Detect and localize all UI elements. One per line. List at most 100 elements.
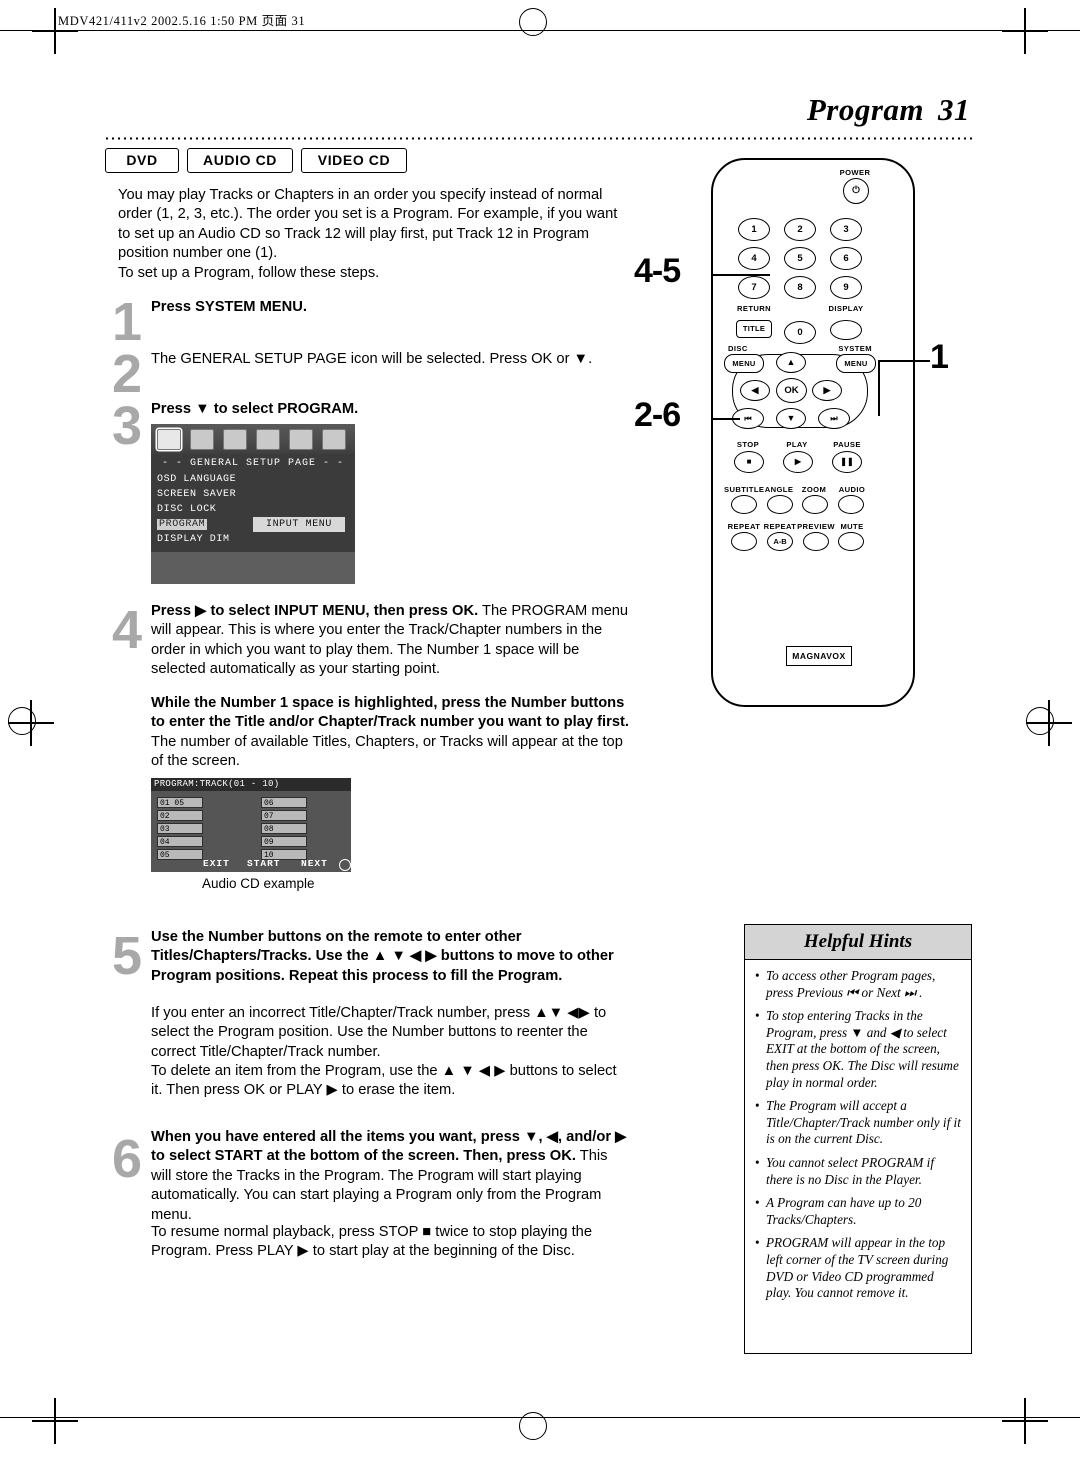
program-next-icon	[339, 859, 351, 871]
remote-body	[711, 158, 915, 707]
program-next-label: NEXT	[301, 858, 328, 869]
disc-label: DISC	[728, 344, 748, 353]
audio-label: AUDIO	[838, 485, 866, 494]
step-number-6: 6	[112, 1129, 143, 1189]
return-label: RETURN	[736, 304, 772, 313]
intro-paragraphs: You may play Tracks or Chapters in an or…	[118, 186, 630, 283]
next-button[interactable]: ⏭	[818, 408, 850, 429]
system-menu-button[interactable]: MENU	[836, 354, 876, 373]
program-cell-08: 08	[261, 823, 307, 834]
arrow-up-button[interactable]: ▲	[776, 352, 806, 373]
hint-item-2: To stop entering Tracks in the Program, …	[755, 1008, 961, 1091]
osd-row-label: DISPLAY DIM	[157, 534, 230, 545]
play-button[interactable]: ▶	[783, 451, 813, 473]
audio-button[interactable]	[838, 495, 864, 514]
callout-2-6: 2-6	[634, 396, 681, 434]
step-number-2: 2	[112, 344, 143, 404]
repeat-ab-label: REPEAT	[763, 522, 797, 531]
program-cell-04: 04	[157, 836, 203, 847]
program-cell-06: 06	[261, 797, 307, 808]
cell-index: 03	[160, 825, 170, 834]
repeat-ab-button[interactable]: A-B	[767, 532, 793, 551]
number-button-5[interactable]: 5	[784, 247, 816, 270]
arrow-right-button[interactable]: ▶	[812, 380, 842, 401]
helpful-hints-list: To access other Program pages, press Pre…	[745, 960, 971, 1302]
power-button[interactable]: ⏻	[843, 178, 869, 204]
hint-item-1: To access other Program pages, press Pre…	[755, 968, 961, 1001]
brand-logo: MAGNAVOX	[786, 646, 852, 666]
password-setup-icon	[289, 428, 313, 450]
registration-circle-left	[8, 707, 36, 735]
crop-mark-bottom-left	[32, 1398, 78, 1444]
general-setup-icon	[157, 428, 181, 450]
osd-program-screenshot: PROGRAM:TRACK(01 - 10) 01 05 02 03 04 05…	[151, 778, 351, 872]
hint-item-4: You cannot select PROGRAM if there is no…	[755, 1155, 961, 1188]
zoom-button[interactable]	[802, 495, 828, 514]
disc-menu-button[interactable]: MENU	[724, 354, 764, 373]
number-button-8[interactable]: 8	[784, 276, 816, 299]
display-button[interactable]	[830, 320, 862, 340]
osd-row-screen-saver: SCREEN SAVER	[157, 487, 349, 502]
ok-button[interactable]: OK	[776, 378, 807, 403]
arrow-left-button[interactable]: ◀	[740, 380, 770, 401]
play-label: PLAY	[786, 440, 808, 449]
callout-line-1-vert	[878, 360, 880, 416]
number-button-2[interactable]: 2	[784, 218, 816, 241]
subtitle-button[interactable]	[731, 495, 757, 514]
osd-program-footer: EXIT START NEXT	[151, 858, 351, 872]
mute-button[interactable]	[838, 532, 864, 551]
step-number-4: 4	[112, 600, 143, 660]
step-text-4b: While the Number 1 space is highlighted,…	[151, 694, 631, 772]
step-4-body-2: The number of available Titles, Chapters…	[151, 733, 623, 770]
intro-paragraph-2: To set up a Program, follow these steps.	[118, 264, 380, 281]
osd-setup-panel: - - GENERAL SETUP PAGE - - OSD LANGUAGE …	[151, 454, 355, 552]
program-cell-01: 01 05	[157, 797, 203, 808]
media-badge-video-cd: VIDEO CD	[301, 148, 407, 173]
angle-button[interactable]	[767, 495, 793, 514]
osd-row-label: OSD LANGUAGE	[157, 474, 237, 485]
pause-button[interactable]: ❚❚	[832, 451, 862, 473]
callout-1: 1	[930, 338, 949, 376]
arrow-down-button[interactable]: ▼	[776, 408, 806, 429]
cell-index: 02	[160, 812, 170, 821]
cell-index: 07	[264, 812, 274, 821]
display-label: DISPLAY	[828, 304, 864, 313]
number-button-0[interactable]: 0	[784, 321, 816, 344]
osd-bottom-strip	[151, 552, 355, 584]
osd-general-setup-screenshot: - - GENERAL SETUP PAGE - - OSD LANGUAGE …	[151, 424, 355, 584]
audio-setup-icon	[190, 428, 214, 450]
step-text-2: The GENERAL SETUP PAGE icon will be sele…	[151, 351, 593, 367]
osd-row-program: PROGRAM INPUT MENU	[157, 517, 349, 532]
page-number: 31	[938, 92, 970, 127]
stop-button[interactable]: ■	[734, 451, 764, 473]
media-badge-dvd: DVD	[105, 148, 179, 173]
number-button-4[interactable]: 4	[738, 247, 770, 270]
number-button-7[interactable]: 7	[738, 276, 770, 299]
program-start-label: START	[247, 858, 281, 869]
number-button-1[interactable]: 1	[738, 218, 770, 241]
number-button-3[interactable]: 3	[830, 218, 862, 241]
media-type-row: DVD AUDIO CD VIDEO CD	[105, 148, 407, 173]
osd-row-osd-language: OSD LANGUAGE	[157, 472, 349, 487]
helpful-hints-box: Helpful Hints To access other Program pa…	[744, 924, 972, 1354]
preview-button[interactable]	[803, 532, 829, 551]
pause-label: PAUSE	[833, 440, 861, 449]
step-number-1: 1	[112, 292, 143, 352]
callout-4-5: 4-5	[634, 252, 681, 290]
number-button-9[interactable]: 9	[830, 276, 862, 299]
footer-rule	[0, 1417, 1080, 1419]
media-badge-audio-cd: AUDIO CD	[187, 148, 293, 173]
stop-label: STOP	[736, 440, 760, 449]
step-text-5b: If you enter an incorrect Title/Chapter/…	[151, 1005, 607, 1060]
header-rule	[0, 30, 1080, 32]
callout-line-1	[878, 360, 930, 362]
step-text-4: Press ▶ to select INPUT MENU, then press…	[151, 602, 631, 680]
cell-value: 05	[174, 799, 185, 808]
cell-index: 06	[264, 799, 274, 808]
angle-label: ANGLE	[764, 485, 794, 494]
repeat-button[interactable]	[731, 532, 757, 551]
title-button[interactable]: TITLE	[736, 320, 772, 338]
program-exit-label: EXIT	[203, 858, 230, 869]
number-button-6[interactable]: 6	[830, 247, 862, 270]
mute-label: MUTE	[840, 522, 864, 531]
